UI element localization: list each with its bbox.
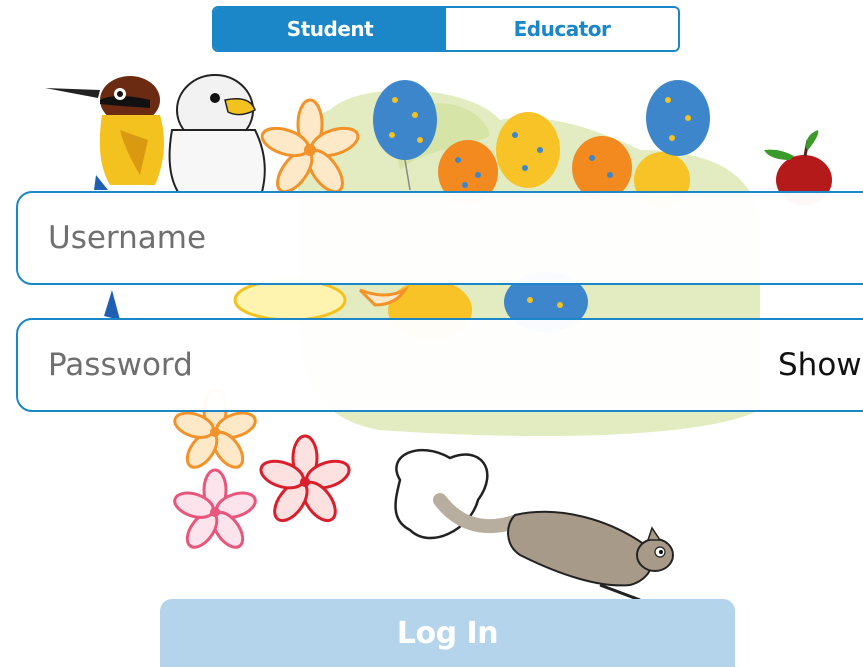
username-field-container [16, 191, 863, 285]
decorative-illustration [45, 74, 832, 602]
squirrel-icon [394, 448, 674, 602]
show-password-toggle[interactable]: Show [778, 320, 862, 410]
password-field-container: Show [16, 318, 863, 412]
tab-student[interactable]: Student [214, 8, 446, 50]
login-page: Student Educator Show Log In [0, 0, 863, 667]
username-input[interactable] [18, 193, 728, 283]
login-button[interactable]: Log In [160, 599, 735, 667]
tab-educator[interactable]: Educator [446, 8, 678, 50]
flower-icon [259, 434, 351, 523]
role-toggle: Student Educator [212, 6, 680, 52]
password-input[interactable] [18, 320, 728, 410]
eagle-icon [168, 74, 266, 193]
flower-icon [173, 468, 257, 549]
